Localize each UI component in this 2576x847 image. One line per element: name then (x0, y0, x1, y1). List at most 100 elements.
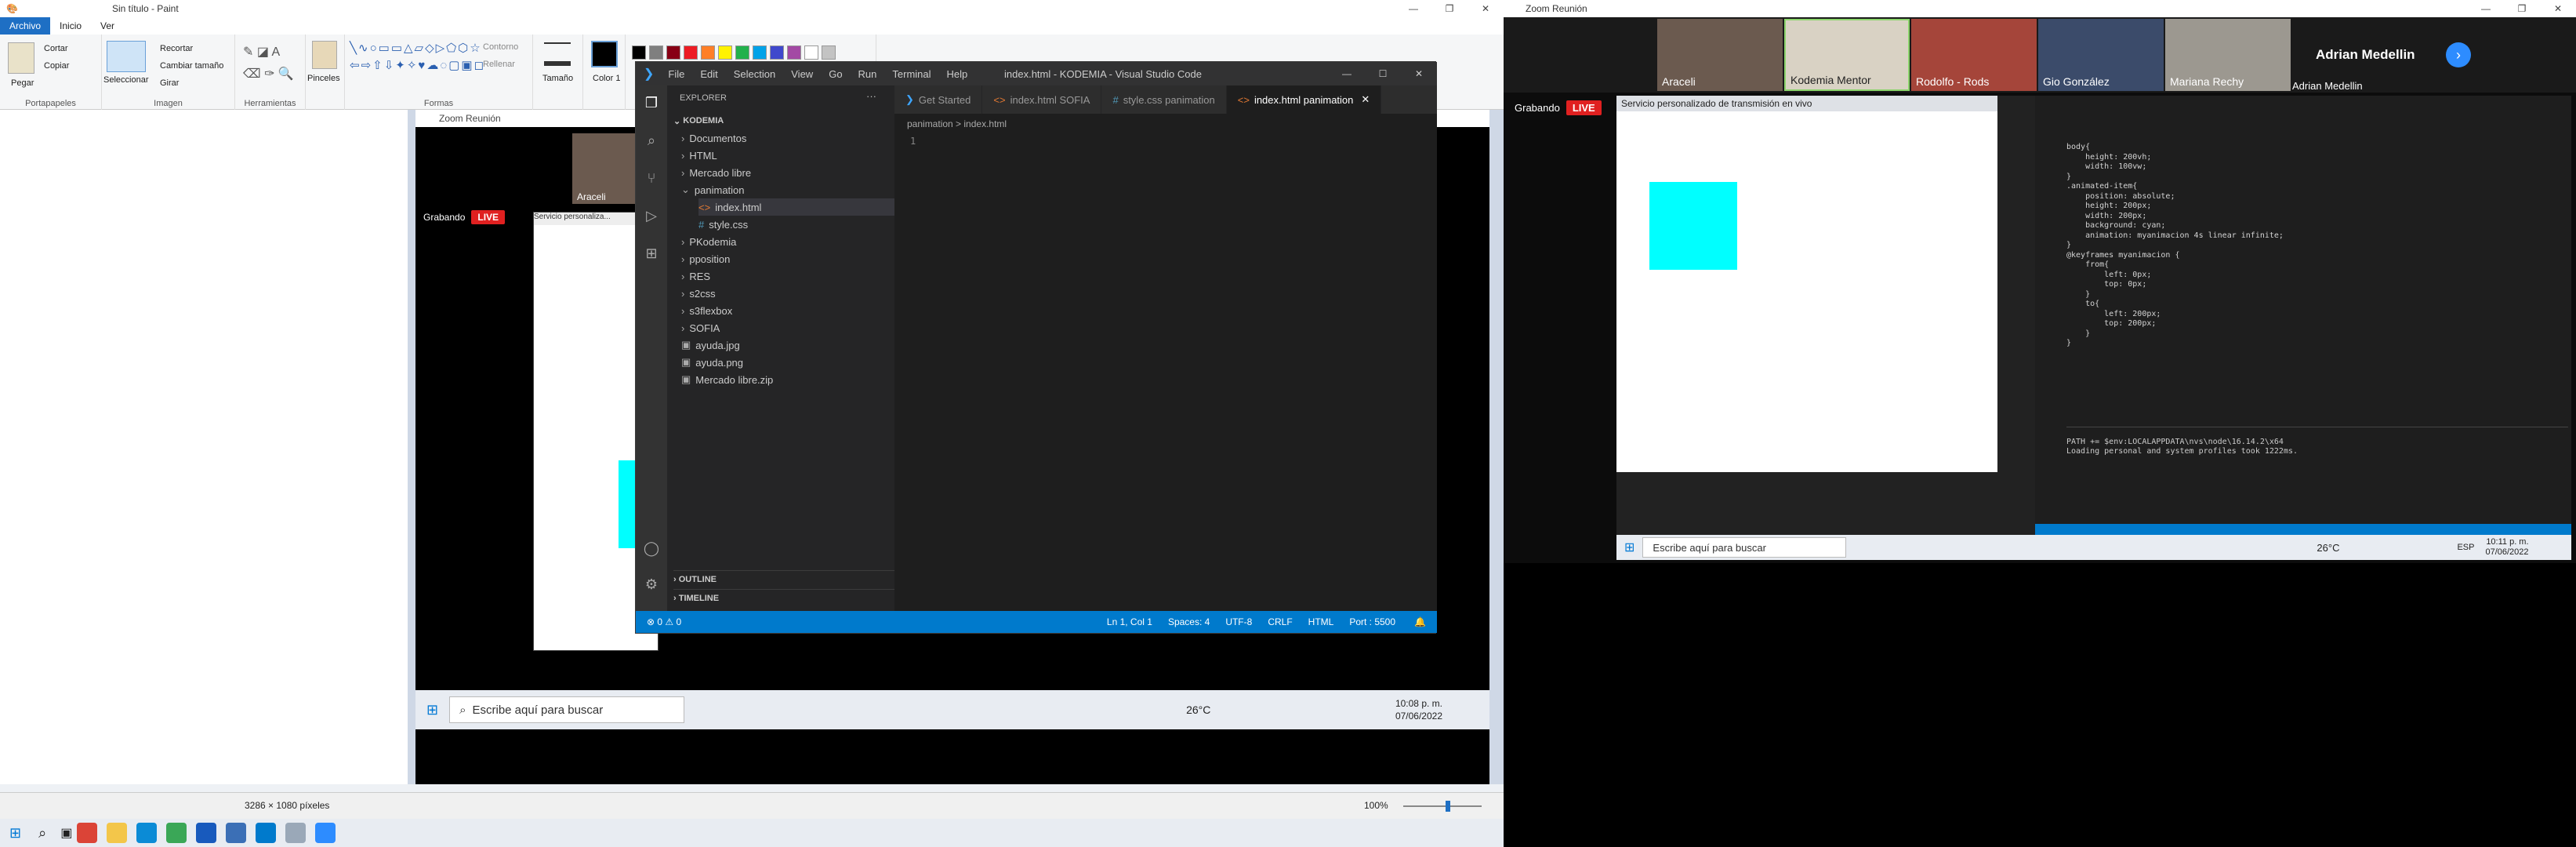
menu-selection[interactable]: Selection (726, 68, 783, 80)
explorer-item[interactable]: <> index.html (698, 198, 894, 216)
color-swatch[interactable] (804, 45, 818, 60)
color-swatch[interactable] (735, 45, 749, 60)
menu-view[interactable]: View (783, 68, 821, 80)
explorer-item[interactable]: ▣ ayuda.jpg (681, 336, 740, 354)
task-view-icon[interactable]: ▣ (60, 825, 72, 841)
close-button[interactable]: ✕ (1401, 65, 1437, 82)
color-swatch[interactable] (649, 45, 663, 60)
account-icon[interactable]: ◯ (642, 540, 661, 559)
explorer-item[interactable]: › PKodemia (681, 233, 736, 250)
explorer-item[interactable]: › SOFIA (681, 319, 720, 336)
windows-icon[interactable]: ⊞ (426, 702, 438, 718)
girar-button[interactable]: Girar (160, 78, 179, 88)
explorer-item[interactable]: › pposition (681, 250, 730, 267)
seleccionar-button[interactable]: Seleccionar (103, 75, 148, 85)
pegar-button[interactable]: Pegar (11, 78, 34, 88)
encoding[interactable]: UTF-8 (1217, 616, 1260, 627)
source-control-icon[interactable]: ⑂ (642, 170, 661, 189)
minimize-button[interactable]: — (1395, 0, 1431, 17)
explorer-item[interactable]: › s3flexbox (681, 302, 732, 319)
close-button[interactable]: ✕ (2540, 0, 2576, 17)
file-explorer-icon[interactable] (107, 823, 128, 843)
chrome-icon[interactable] (77, 823, 98, 843)
cursor-position[interactable]: Ln 1, Col 1 (1099, 616, 1160, 627)
paste-icon[interactable] (8, 42, 34, 74)
video-tile[interactable]: Rodolfo - Rods (1911, 19, 2037, 91)
color-swatch[interactable] (632, 45, 646, 60)
color-swatch[interactable] (718, 45, 732, 60)
shapes-icon[interactable]: ╲∿○▭▭△▱◇▷⬠⬡☆ (350, 41, 482, 55)
menu-inicio[interactable]: Inicio (50, 20, 91, 31)
paint-canvas[interactable] (0, 110, 408, 784)
color-swatch[interactable] (684, 45, 698, 60)
pencil-icon[interactable]: ✎ ◪ A (243, 44, 280, 60)
paint-icon[interactable] (285, 823, 307, 843)
explorer-item[interactable]: # style.css (698, 216, 748, 233)
pinceles-button[interactable]: Pinceles (307, 74, 340, 83)
explorer-item[interactable]: › HTML (681, 147, 717, 164)
size-icon[interactable] (544, 42, 571, 66)
color-swatch[interactable] (787, 45, 801, 60)
outline-panel[interactable]: › OUTLINE (673, 570, 901, 587)
search-icon[interactable]: ⌕ (642, 133, 661, 151)
video-tile[interactable]: Mariana Rechy (2165, 19, 2291, 91)
eraser-icon[interactable]: ⌫ ✑ 🔍 (243, 66, 294, 82)
minimize-button[interactable]: — (2468, 0, 2504, 17)
explorer-item[interactable]: ▣ ayuda.png (681, 354, 743, 371)
slack-icon[interactable] (166, 823, 187, 843)
tab-index-sofia[interactable]: <> index.html SOFIA (982, 85, 1102, 114)
color-swatch[interactable] (666, 45, 680, 60)
explorer-item[interactable]: › RES (681, 267, 710, 285)
live-server-port[interactable]: Port : 5500 (1341, 616, 1403, 627)
problems-count[interactable]: ⊗ 0 ⚠ 0 (647, 616, 681, 627)
menu-edit[interactable]: Edit (692, 68, 725, 80)
maximize-button[interactable]: ❐ (2504, 0, 2540, 17)
windows-icon[interactable]: ⊞ (9, 825, 21, 842)
run-debug-icon[interactable]: ▷ (642, 208, 661, 227)
recortar-button[interactable]: Recortar (160, 44, 193, 53)
color-swatch[interactable] (822, 45, 836, 60)
explorer-icon[interactable]: ❐ (642, 95, 661, 114)
cambiar-tamano-button[interactable]: Cambiar tamaño (160, 61, 223, 71)
video-tile[interactable]: Gio González (2038, 19, 2164, 91)
extensions-icon[interactable]: ⊞ (642, 245, 661, 264)
tab-index-panimation[interactable]: <> index.html panimation ✕ (1226, 85, 1382, 114)
color1-swatch[interactable] (591, 41, 618, 67)
photos-icon[interactable] (226, 823, 247, 843)
menu-run[interactable]: Run (851, 68, 885, 80)
menu-ver[interactable]: Ver (91, 20, 124, 31)
color-swatch[interactable] (770, 45, 784, 60)
explorer-item[interactable]: › Mercado libre (681, 164, 751, 181)
menu-archivo[interactable]: Archivo (0, 17, 51, 35)
video-tile[interactable]: Araceli (1657, 19, 1783, 91)
video-tile[interactable]: Kodemia Mentor (1784, 19, 1910, 91)
explorer-item[interactable]: › s2css (681, 285, 716, 302)
cortar-button[interactable]: Cortar (44, 44, 68, 53)
select-icon[interactable] (107, 41, 146, 72)
timeline-panel[interactable]: › TIMELINE (673, 589, 901, 606)
tamano-button[interactable]: Tamaño (542, 74, 573, 83)
maximize-button[interactable]: ☐ (1365, 65, 1401, 82)
inner-search-box[interactable]: ⌕ Escribe aquí para buscar (449, 696, 685, 723)
tab-get-started[interactable]: ❯ Get Started (894, 85, 983, 114)
breadcrumb[interactable]: panimation > index.html (907, 118, 1007, 129)
maximize-button[interactable]: ❐ (1431, 0, 1468, 17)
explorer-item[interactable]: ▣ Mercado libre.zip (681, 371, 773, 388)
close-button[interactable]: ✕ (1468, 0, 1504, 17)
minimize-button[interactable]: — (1329, 65, 1365, 82)
menu-terminal[interactable]: Terminal (884, 68, 938, 80)
tree-root[interactable]: ⌄ KODEMIA (673, 112, 724, 129)
explorer-item[interactable]: ⌄ panimation (681, 181, 745, 198)
zoom-icon[interactable] (315, 823, 336, 843)
vscode-icon[interactable] (256, 823, 277, 843)
word-icon[interactable] (196, 823, 217, 843)
zoom-slider[interactable] (1403, 801, 1482, 812)
more-icon[interactable]: ··· (866, 90, 876, 102)
tab-style-css[interactable]: # style.css panimation (1101, 85, 1227, 114)
contorno-button[interactable]: Contorno (483, 42, 518, 52)
copiar-button[interactable]: Copiar (44, 61, 69, 71)
menu-go[interactable]: Go (821, 68, 850, 80)
bell-icon[interactable]: 🔔 (1403, 616, 1437, 627)
rellenar-button[interactable]: Rellenar (483, 60, 515, 69)
explorer-item[interactable]: › Documentos (681, 129, 746, 147)
